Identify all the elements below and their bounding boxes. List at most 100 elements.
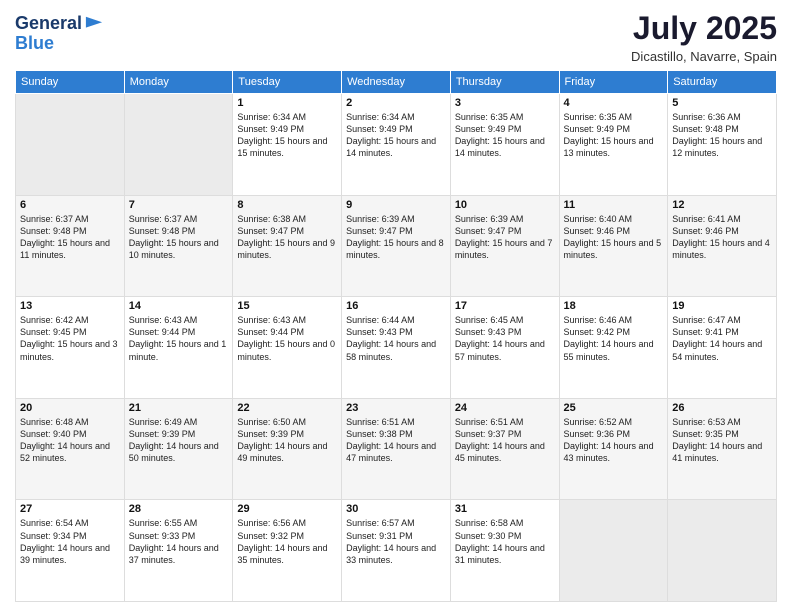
day-number: 10 bbox=[455, 199, 555, 211]
day-info: Sunrise: 6:38 AM Sunset: 9:47 PM Dayligh… bbox=[237, 213, 337, 262]
calendar-day-cell: 23Sunrise: 6:51 AM Sunset: 9:38 PM Dayli… bbox=[342, 398, 451, 500]
calendar-week-row: 13Sunrise: 6:42 AM Sunset: 9:45 PM Dayli… bbox=[16, 297, 777, 399]
calendar-day-cell: 15 Sunrise: 6:43 AM Sunset: 9:44 PM Dayli… bbox=[233, 297, 342, 399]
logo: General Blue bbox=[15, 14, 104, 54]
title-area: July 2025 Dicastillo, Navarre, Spain bbox=[631, 10, 777, 64]
day-info: Sunrise: 6:48 AM Sunset: 9:40 PM Dayligh… bbox=[20, 416, 120, 465]
day-info: Sunrise: 6:55 AM Sunset: 9:33 PM Dayligh… bbox=[129, 517, 229, 566]
day-number: 26 bbox=[672, 402, 772, 414]
calendar-week-row: 20Sunrise: 6:48 AM Sunset: 9:40 PM Dayli… bbox=[16, 398, 777, 500]
day-number: 27 bbox=[20, 503, 120, 515]
day-info: Sunrise: 6:36 AM Sunset: 9:48 PM Dayligh… bbox=[672, 111, 772, 160]
day-info: Sunrise: 6:39 AM Sunset: 9:47 PM Dayligh… bbox=[346, 213, 446, 262]
calendar-day-cell: 29 Sunrise: 6:56 AM Sunset: 9:32 PM Dayli… bbox=[233, 500, 342, 602]
day-info: Sunrise: 6:35 AM Sunset: 9:49 PM Dayligh… bbox=[455, 111, 555, 160]
calendar-header-row: SundayMondayTuesdayWednesdayThursdayFrid… bbox=[16, 71, 777, 94]
calendar-day-cell: 30Sunrise: 6:57 AM Sunset: 9:31 PM Dayli… bbox=[342, 500, 451, 602]
calendar-day-cell: 20Sunrise: 6:48 AM Sunset: 9:40 PM Dayli… bbox=[16, 398, 125, 500]
day-number: 17 bbox=[455, 300, 555, 312]
calendar-day-cell: 14Sunrise: 6:43 AM Sunset: 9:44 PM Dayli… bbox=[124, 297, 233, 399]
day-info: Sunrise: 6:53 AM Sunset: 9:35 PM Dayligh… bbox=[672, 416, 772, 465]
day-info: Sunrise: 6:37 AM Sunset: 9:48 PM Dayligh… bbox=[20, 213, 120, 262]
calendar-day-cell: 27 Sunrise: 6:54 AM Sunset: 9:34 PM Dayli… bbox=[16, 500, 125, 602]
day-info: Sunrise: 6:49 AM Sunset: 9:39 PM Dayligh… bbox=[129, 416, 229, 465]
calendar-day-cell bbox=[668, 500, 777, 602]
day-number: 9 bbox=[346, 199, 446, 211]
calendar-day-cell: 6Sunrise: 6:37 AM Sunset: 9:48 PM Daylig… bbox=[16, 195, 125, 297]
day-number: 23 bbox=[346, 402, 446, 414]
day-info: Sunrise: 6:47 AM Sunset: 9:41 PM Dayligh… bbox=[672, 314, 772, 363]
day-info: Sunrise: 6:45 AM Sunset: 9:43 PM Dayligh… bbox=[455, 314, 555, 363]
calendar-day-cell: 9 Sunrise: 6:39 AM Sunset: 9:47 PM Daylig… bbox=[342, 195, 451, 297]
weekday-header: Saturday bbox=[668, 71, 777, 94]
calendar-day-cell: 18 Sunrise: 6:46 AM Sunset: 9:42 PM Dayli… bbox=[559, 297, 668, 399]
day-info: Sunrise: 6:37 AM Sunset: 9:48 PM Dayligh… bbox=[129, 213, 229, 262]
calendar-day-cell: 3 Sunrise: 6:35 AM Sunset: 9:49 PM Daylig… bbox=[450, 94, 559, 196]
day-number: 21 bbox=[129, 402, 229, 414]
calendar-day-cell: 25 Sunrise: 6:52 AM Sunset: 9:36 PM Dayli… bbox=[559, 398, 668, 500]
day-number: 3 bbox=[455, 97, 555, 109]
day-number: 18 bbox=[564, 300, 664, 312]
day-info: Sunrise: 6:34 AM Sunset: 9:49 PM Dayligh… bbox=[237, 111, 337, 160]
day-info: Sunrise: 6:42 AM Sunset: 9:45 PM Dayligh… bbox=[20, 314, 120, 363]
calendar-day-cell bbox=[16, 94, 125, 196]
day-info: Sunrise: 6:46 AM Sunset: 9:42 PM Dayligh… bbox=[564, 314, 664, 363]
day-number: 5 bbox=[672, 97, 772, 109]
day-number: 11 bbox=[564, 199, 664, 211]
day-info: Sunrise: 6:58 AM Sunset: 9:30 PM Dayligh… bbox=[455, 517, 555, 566]
day-info: Sunrise: 6:39 AM Sunset: 9:47 PM Dayligh… bbox=[455, 213, 555, 262]
day-info: Sunrise: 6:35 AM Sunset: 9:49 PM Dayligh… bbox=[564, 111, 664, 160]
calendar-week-row: 6Sunrise: 6:37 AM Sunset: 9:48 PM Daylig… bbox=[16, 195, 777, 297]
day-info: Sunrise: 6:54 AM Sunset: 9:34 PM Dayligh… bbox=[20, 517, 120, 566]
day-number: 19 bbox=[672, 300, 772, 312]
day-info: Sunrise: 6:43 AM Sunset: 9:44 PM Dayligh… bbox=[237, 314, 337, 363]
calendar-week-row: 1 Sunrise: 6:34 AM Sunset: 9:49 PM Daylig… bbox=[16, 94, 777, 196]
calendar-day-cell bbox=[559, 500, 668, 602]
weekday-header: Thursday bbox=[450, 71, 559, 94]
weekday-header: Monday bbox=[124, 71, 233, 94]
page: General Blue July 2025 Dicastillo, Navar… bbox=[0, 0, 792, 612]
day-info: Sunrise: 6:34 AM Sunset: 9:49 PM Dayligh… bbox=[346, 111, 446, 160]
calendar-day-cell: 16Sunrise: 6:44 AM Sunset: 9:43 PM Dayli… bbox=[342, 297, 451, 399]
day-number: 29 bbox=[237, 503, 337, 515]
day-number: 31 bbox=[455, 503, 555, 515]
weekday-header: Tuesday bbox=[233, 71, 342, 94]
day-number: 22 bbox=[237, 402, 337, 414]
calendar-day-cell: 28 Sunrise: 6:55 AM Sunset: 9:33 PM Dayli… bbox=[124, 500, 233, 602]
day-info: Sunrise: 6:52 AM Sunset: 9:36 PM Dayligh… bbox=[564, 416, 664, 465]
weekday-header: Wednesday bbox=[342, 71, 451, 94]
calendar-day-cell: 1 Sunrise: 6:34 AM Sunset: 9:49 PM Daylig… bbox=[233, 94, 342, 196]
calendar-table: SundayMondayTuesdayWednesdayThursdayFrid… bbox=[15, 70, 777, 602]
logo-flag-icon bbox=[84, 15, 104, 33]
day-number: 30 bbox=[346, 503, 446, 515]
day-number: 1 bbox=[237, 97, 337, 109]
day-number: 7 bbox=[129, 199, 229, 211]
day-info: Sunrise: 6:56 AM Sunset: 9:32 PM Dayligh… bbox=[237, 517, 337, 566]
calendar-day-cell: 31 Sunrise: 6:58 AM Sunset: 9:30 PM Dayli… bbox=[450, 500, 559, 602]
location-subtitle: Dicastillo, Navarre, Spain bbox=[631, 49, 777, 64]
day-number: 2 bbox=[346, 97, 446, 109]
calendar-day-cell: 11 Sunrise: 6:40 AM Sunset: 9:46 PM Dayli… bbox=[559, 195, 668, 297]
calendar-day-cell: 17 Sunrise: 6:45 AM Sunset: 9:43 PM Dayli… bbox=[450, 297, 559, 399]
day-info: Sunrise: 6:50 AM Sunset: 9:39 PM Dayligh… bbox=[237, 416, 337, 465]
day-number: 8 bbox=[237, 199, 337, 211]
day-number: 28 bbox=[129, 503, 229, 515]
calendar-day-cell: 21 Sunrise: 6:49 AM Sunset: 9:39 PM Dayli… bbox=[124, 398, 233, 500]
month-title: July 2025 bbox=[631, 10, 777, 47]
day-info: Sunrise: 6:51 AM Sunset: 9:37 PM Dayligh… bbox=[455, 416, 555, 465]
calendar-day-cell bbox=[124, 94, 233, 196]
day-number: 15 bbox=[237, 300, 337, 312]
calendar-day-cell: 8 Sunrise: 6:38 AM Sunset: 9:47 PM Daylig… bbox=[233, 195, 342, 297]
day-info: Sunrise: 6:44 AM Sunset: 9:43 PM Dayligh… bbox=[346, 314, 446, 363]
header: General Blue July 2025 Dicastillo, Navar… bbox=[15, 10, 777, 64]
day-info: Sunrise: 6:40 AM Sunset: 9:46 PM Dayligh… bbox=[564, 213, 664, 262]
calendar-day-cell: 7 Sunrise: 6:37 AM Sunset: 9:48 PM Daylig… bbox=[124, 195, 233, 297]
logo-general: General bbox=[15, 14, 82, 34]
day-info: Sunrise: 6:43 AM Sunset: 9:44 PM Dayligh… bbox=[129, 314, 229, 363]
calendar-day-cell: 12Sunrise: 6:41 AM Sunset: 9:46 PM Dayli… bbox=[668, 195, 777, 297]
day-number: 25 bbox=[564, 402, 664, 414]
weekday-header: Friday bbox=[559, 71, 668, 94]
day-number: 24 bbox=[455, 402, 555, 414]
calendar-day-cell: 19 Sunrise: 6:47 AM Sunset: 9:41 PM Dayli… bbox=[668, 297, 777, 399]
calendar-day-cell: 5 Sunrise: 6:36 AM Sunset: 9:48 PM Daylig… bbox=[668, 94, 777, 196]
